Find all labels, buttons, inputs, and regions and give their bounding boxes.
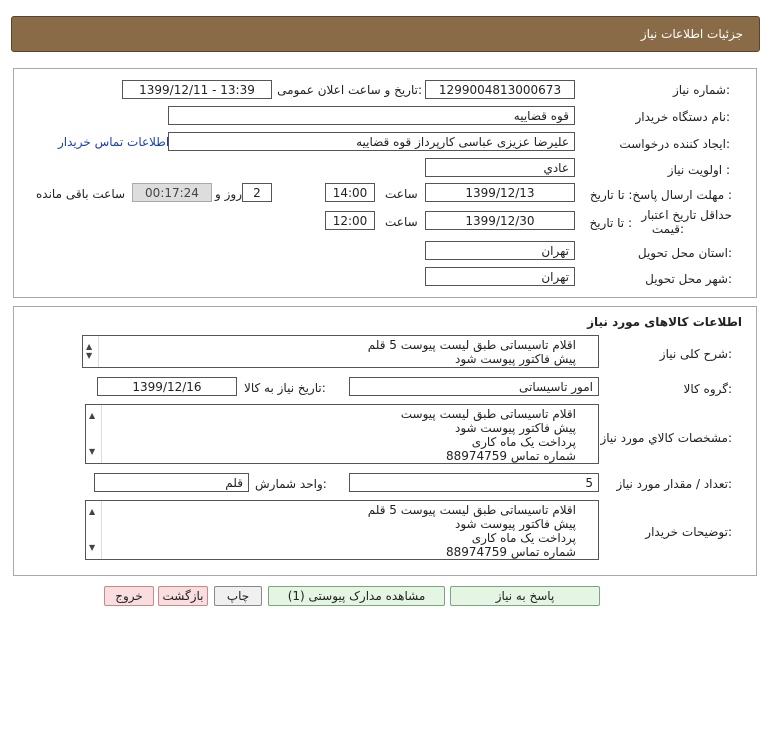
city-label: شهر محل تحویل:	[645, 272, 732, 286]
scroll-down-icon[interactable]: ▼	[89, 445, 95, 459]
buyer-contact-link[interactable]: اطلاعات تماس خریدار	[58, 135, 169, 149]
attachments-button[interactable]: مشاهده مدارک پیوستی (1)	[268, 586, 445, 606]
quantity-label: تعداد / مقدار مورد نیاز:	[616, 477, 732, 491]
need-info-panel	[13, 68, 757, 298]
remaining-time-field: 00:17:24	[132, 183, 212, 202]
remaining-time-label: ساعت باقی مانده	[36, 187, 126, 201]
priority-field: عادي	[425, 158, 575, 177]
general-desc-line: پیش فاکتور پیوست شود	[454, 352, 576, 366]
scroll-up-icon[interactable]: ▲	[89, 409, 95, 423]
scroll-down-icon[interactable]: ▼	[89, 541, 95, 555]
goods-section-title: اطلاعات کالاهای مورد نیاز	[587, 315, 742, 329]
priority-label: اولویت نیاز :	[667, 163, 730, 177]
print-button[interactable]: چاپ	[214, 586, 262, 606]
province-field: تهران	[425, 241, 575, 260]
general-desc-label: شرح کلی نیاز:	[659, 347, 732, 361]
price-validity-time-label: ساعت	[385, 215, 418, 229]
need-date-field: 1399/12/16	[97, 377, 237, 396]
goods-group-field: امور تاسیساتی	[349, 377, 599, 396]
quantity-field: 5	[349, 473, 599, 492]
specs-line: پرداخت یک ماه کاری	[471, 435, 576, 449]
unit-field: قلم	[94, 473, 249, 492]
need-number-field: 1299004813000673	[425, 80, 575, 99]
buyer-notes-line: پیش فاکتور پیوست شود	[454, 517, 576, 531]
city-field: تهران	[425, 267, 575, 286]
specs-textarea[interactable]: ▲ ▼ اقلام تاسیساتی طبق لیست پیوست پیش فاک…	[85, 404, 599, 464]
reply-button[interactable]: پاسخ به نیاز	[450, 586, 600, 606]
buyer-notes-label: توضیحات خریدار:	[645, 525, 732, 539]
specs-scrollbar[interactable]: ▲ ▼	[86, 405, 102, 463]
price-validity-time-field: 12:00	[325, 211, 375, 230]
need-number-label: شماره نیاز:	[672, 83, 730, 97]
price-validity-date-field: 1399/12/30	[425, 211, 575, 230]
price-validity-label-2: قیمت:	[651, 222, 684, 236]
specs-line: شماره تماس 88974759	[445, 449, 576, 463]
specs-label: مشخصات کالاي مورد نیاز:	[600, 431, 732, 445]
price-validity-label: حداقل تاریخ اعتبار	[641, 208, 732, 222]
page-header: جزئیات اطلاعات نیاز	[11, 16, 760, 52]
scroll-up-icon[interactable]: ▲	[89, 505, 95, 519]
days-field: 2	[242, 183, 272, 202]
buyer-org-field: قوه قضاییه	[168, 106, 575, 125]
announce-field: 1399/12/11 - 13:39	[122, 80, 272, 99]
days-label: روز و	[215, 187, 242, 201]
price-validity-to-date-label: تا تاریخ :	[589, 216, 632, 230]
general-desc-textarea[interactable]: ▲ ▼ اقلام تاسیساتی طبق لیست پیوست 5 قلم پ…	[82, 335, 599, 368]
page-title: جزئیات اطلاعات نیاز	[640, 27, 743, 41]
announce-label: تاریخ و ساعت اعلان عمومی:	[277, 83, 422, 97]
buyer-notes-line: شماره تماس 88974759	[445, 545, 576, 559]
buyer-notes-scrollbar[interactable]: ▲ ▼	[86, 501, 102, 559]
exit-button[interactable]: خروج	[104, 586, 154, 606]
specs-line: اقلام تاسیساتی طبق لیست پیوست	[400, 407, 576, 421]
reply-date-field: 1399/12/13	[425, 183, 575, 202]
creator-label: ایجاد کننده درخواست:	[619, 137, 730, 151]
general-desc-scrollbar[interactable]: ▲ ▼	[83, 336, 99, 367]
unit-label: واحد شمارش:	[255, 477, 327, 491]
creator-field: علیرضا عزیزی عباسی کارپرداز قوه قضاییه	[168, 132, 575, 151]
reply-time-field: 14:00	[325, 183, 375, 202]
buyer-notes-line: اقلام تاسیساتی طبق لیست پیوست 5 قلم	[367, 503, 576, 517]
scroll-down-icon[interactable]: ▼	[86, 349, 92, 363]
reply-time-label: ساعت	[385, 187, 418, 201]
buyer-org-label: نام دستگاه خریدار:	[635, 110, 731, 124]
buyer-notes-line: پرداخت یک ماه کاری	[471, 531, 576, 545]
province-label: استان محل تحویل:	[637, 246, 732, 260]
back-button[interactable]: بازگشت	[158, 586, 208, 606]
need-date-label: تاریخ نیاز به کالا:	[244, 381, 326, 395]
goods-group-label: گروه کالا:	[683, 382, 733, 396]
reply-deadline-label: مهلت ارسال پاسخ: تا تاریخ :	[589, 188, 732, 202]
specs-line: پیش فاکتور پیوست شود	[454, 421, 576, 435]
buyer-notes-textarea[interactable]: ▲ ▼ اقلام تاسیساتی طبق لیست پیوست 5 قلم پ…	[85, 500, 599, 560]
general-desc-line: اقلام تاسیساتی طبق لیست پیوست 5 قلم	[367, 338, 576, 352]
